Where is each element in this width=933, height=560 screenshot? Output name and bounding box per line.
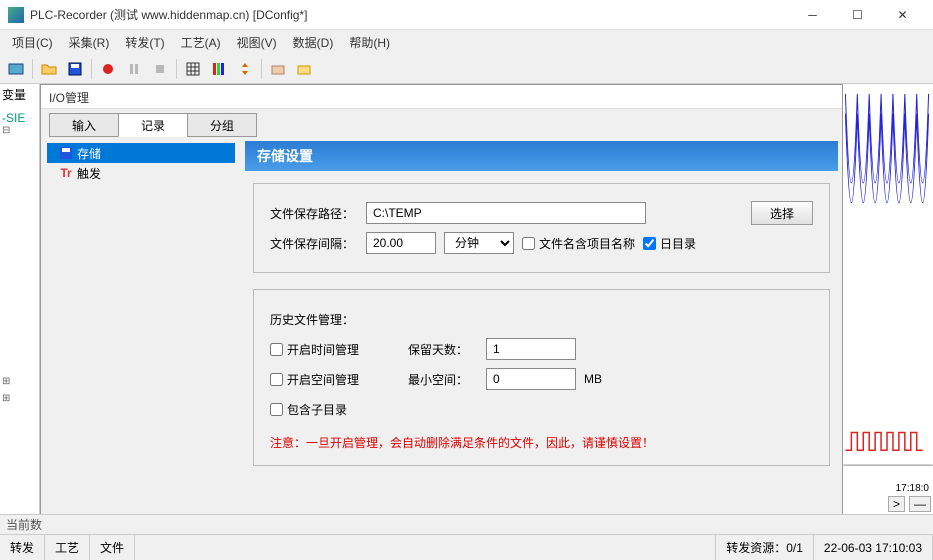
stop-icon[interactable] [148, 57, 172, 81]
app-icon [8, 7, 24, 23]
tab-input[interactable]: 输入 [49, 113, 119, 137]
path-input[interactable] [366, 202, 646, 224]
interval-label: 文件保存间隔： [270, 235, 358, 252]
colorbar-icon[interactable] [207, 57, 231, 81]
menu-data[interactable]: 数据(D) [285, 31, 342, 54]
dialog-tabs: 输入 记录 分组 [41, 109, 842, 137]
section-header: 存储设置 [245, 141, 838, 171]
dialog-title: I/O管理 [41, 85, 842, 109]
statusbar-upper: 当前数 [0, 514, 933, 534]
history-label: 历史文件管理： [270, 311, 354, 328]
menu-project[interactable]: 项目(C) [4, 31, 61, 54]
status-process: 工艺 [45, 535, 90, 560]
pause-icon[interactable] [122, 57, 146, 81]
menu-process[interactable]: 工艺(A) [173, 31, 229, 54]
tree-expand-2[interactable]: ⊞ [2, 376, 37, 387]
main-area: 变量 -SIE ⊟ ⊞ ⊞ 17:18:0 > — I/O管理 输入 记录 分组 [0, 84, 933, 534]
menu-view[interactable]: 视图(V) [229, 31, 285, 54]
trigger-icon: Tr [59, 166, 73, 180]
statusbar: 转发 工艺 文件 转发资源：0/1 22-06-03 17:10:03 [0, 534, 933, 560]
status-transfer: 转发 [0, 535, 45, 560]
save-icon[interactable] [63, 57, 87, 81]
tab-group[interactable]: 分组 [187, 113, 257, 137]
record-icon[interactable] [96, 57, 120, 81]
min-space-label: 最小空间： [408, 371, 478, 388]
screen-icon[interactable] [4, 57, 28, 81]
tab-record[interactable]: 记录 [118, 113, 188, 137]
tree-node-storage[interactable]: 存储 [47, 143, 235, 163]
grid-icon[interactable] [181, 57, 205, 81]
menubar: 项目(C) 采集(R) 转发(T) 工艺(A) 视图(V) 数据(D) 帮助(H… [0, 30, 933, 54]
name-contains-checkbox[interactable]: 文件名含项目名称 [522, 235, 635, 252]
current-count-label: 当前数 [6, 516, 42, 533]
window-title: PLC-Recorder (测试 www.hiddenmap.cn) [DCon… [30, 6, 790, 23]
path-group: 文件保存路径： 选择 文件保存间隔： 分钟 文件名含项目名称 日目录 [253, 183, 830, 273]
interval-unit-select[interactable]: 分钟 [444, 232, 514, 254]
browse-button[interactable]: 选择 [751, 201, 813, 225]
menu-transfer[interactable]: 转发(T) [117, 31, 172, 54]
warning-text: 注意：一旦开启管理，会自动删除满足条件的文件，因此，请谨慎设置！ [270, 434, 813, 451]
path-label: 文件保存路径： [270, 205, 358, 222]
settings-pane: 存储设置 文件保存路径： 选择 文件保存间隔： 分钟 文件名含项目名称 日目录 [241, 137, 842, 517]
tree-expand-3[interactable]: ⊞ [2, 393, 37, 404]
min-space-unit: MB [584, 372, 602, 386]
menu-help[interactable]: 帮助(H) [341, 31, 398, 54]
tree-pane: 存储 Tr 触发 [41, 137, 241, 517]
io-dialog: I/O管理 输入 记录 分组 存储 Tr 触发 存储设置 [40, 84, 843, 554]
left-panel: 变量 -SIE ⊟ ⊞ ⊞ [0, 84, 40, 534]
tree-expand-1[interactable]: ⊟ [2, 125, 37, 136]
chart-scroll-right[interactable]: > [888, 496, 905, 512]
status-fwd-src: 转发资源：0/1 [716, 535, 814, 560]
toolbar [0, 54, 933, 84]
open-icon[interactable] [37, 57, 61, 81]
tree-trigger-label: 触发 [77, 165, 101, 182]
config2-icon[interactable] [292, 57, 316, 81]
status-time: 22-06-03 17:10:03 [814, 535, 933, 560]
enable-time-checkbox[interactable]: 开启时间管理 [270, 341, 400, 358]
min-space-input[interactable] [486, 368, 576, 390]
maximize-button[interactable]: ☐ [835, 1, 880, 29]
waveform-chart [843, 84, 933, 480]
include-sub-checkbox[interactable]: 包含子目录 [270, 401, 347, 418]
enable-space-checkbox[interactable]: 开启空间管理 [270, 371, 400, 388]
chart-zoom-out[interactable]: — [909, 496, 931, 512]
save-small-icon [59, 146, 73, 160]
status-file: 文件 [90, 535, 135, 560]
chart-time: 17:18:0 [843, 483, 933, 494]
keep-days-input[interactable] [486, 338, 576, 360]
sie-label: -SIE [2, 111, 37, 125]
close-button[interactable]: ✕ [880, 1, 925, 29]
tree-node-trigger[interactable]: Tr 触发 [47, 163, 235, 183]
keep-days-label: 保留天数： [408, 341, 478, 358]
updown-icon[interactable] [233, 57, 257, 81]
chart-area: 17:18:0 > — [843, 84, 933, 534]
config1-icon[interactable] [266, 57, 290, 81]
history-group: 历史文件管理： 开启时间管理 保留天数： 开启空间管理 最小空间： MB 包含子… [253, 289, 830, 466]
interval-input[interactable] [366, 232, 436, 254]
tree-storage-label: 存储 [77, 145, 101, 162]
menu-collect[interactable]: 采集(R) [61, 31, 118, 54]
var-label: 变量 [2, 86, 37, 103]
minimize-button[interactable]: ─ [790, 1, 835, 29]
titlebar: PLC-Recorder (测试 www.hiddenmap.cn) [DCon… [0, 0, 933, 30]
day-dir-checkbox[interactable]: 日目录 [643, 235, 696, 252]
